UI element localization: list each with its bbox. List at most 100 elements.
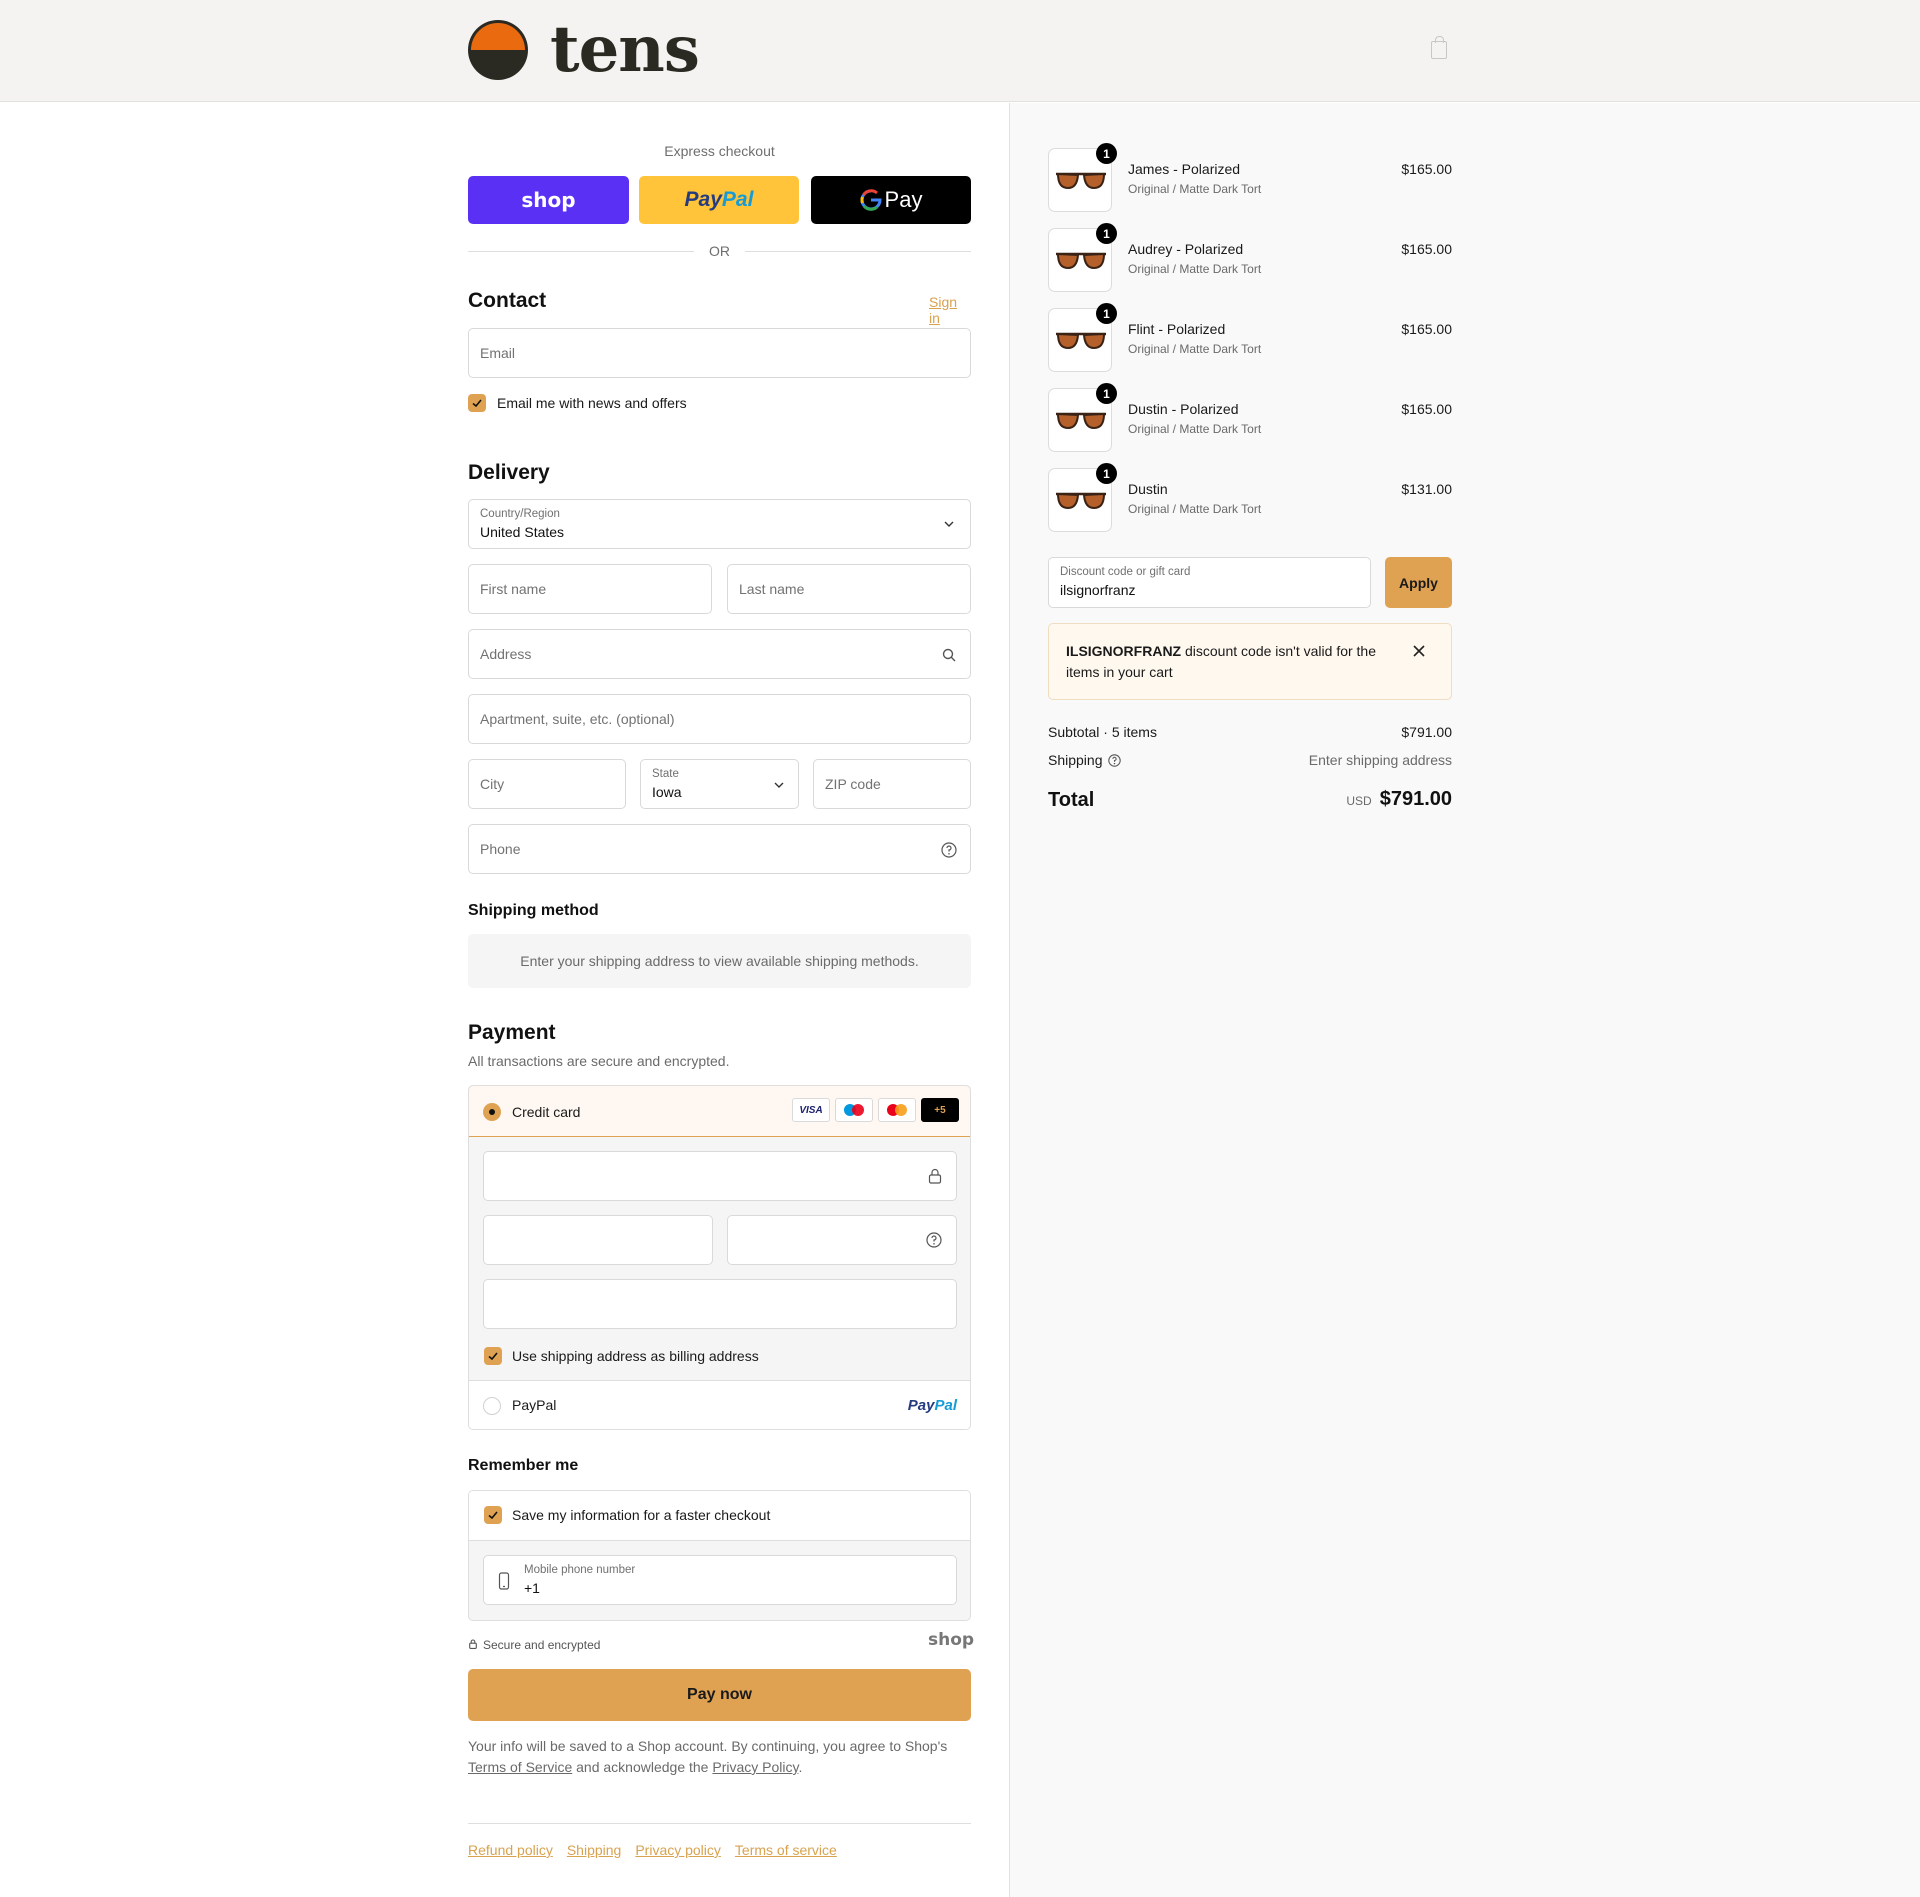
search-icon [942,648,956,662]
pay-now-label: Pay now [687,1686,752,1703]
express-checkout-title: Express checkout [664,143,775,159]
credit-card-label: Credit card [512,1104,581,1120]
or-divider-label: OR [709,243,730,259]
save-info-checkbox[interactable] [484,1506,502,1524]
save-info-row[interactable]: Save my information for a faster checkou… [469,1491,970,1541]
billing-same-label: Use shipping address as billing address [512,1348,759,1364]
card-number-field[interactable] [483,1151,957,1201]
address-field[interactable]: Address [468,629,971,679]
subtotal-value: $791.00 [1401,724,1452,740]
check-icon [488,1511,498,1520]
privacy-policy-link[interactable]: Privacy Policy [712,1759,798,1775]
payment-subtitle: All transactions are secure and encrypte… [468,1053,730,1069]
contact-heading: Contact [468,289,547,312]
legal-line1: Your info will be saved to a Shop accoun… [468,1738,948,1754]
google-pay-button[interactable]: Pay [811,176,971,224]
shopping-bag-icon[interactable] [1431,36,1447,59]
phone-field[interactable]: Phone [468,824,971,874]
help-circle-icon[interactable] [1108,754,1121,767]
mobile-phone-field[interactable]: Mobile phone number +1 [483,1555,957,1605]
zip-field[interactable]: ZIP code [813,759,971,809]
legal-notice: Your info will be saved to a Shop accoun… [468,1736,971,1778]
state-select[interactable]: State Iowa [640,759,799,809]
discount-code-field[interactable]: Discount code or gift card ilsignorfranz [1048,557,1371,608]
country-select[interactable]: Country/Region United States [468,499,971,549]
product-thumbnail: 1 [1048,383,1117,452]
sign-in-link[interactable]: Sign in [929,294,971,326]
product-variant: Original / Matte Dark Tort [1128,422,1262,436]
billing-same-checkbox[interactable] [484,1347,502,1365]
sunglasses-icon [1056,172,1106,190]
name-on-card-field[interactable] [483,1279,957,1329]
discount-error-code: ILSIGNORFRANZ [1066,643,1182,659]
sunglasses-icon [1056,332,1106,350]
paypal-option[interactable]: PayPal PayPal [469,1380,970,1429]
credit-card-option[interactable]: Credit card VISA +5 [469,1086,970,1137]
product-price: $131.00 [1401,481,1452,497]
shop-pay-button[interactable]: shop [468,176,629,224]
footer-links: Refund policy Shipping Privacy policy Te… [468,1842,837,1858]
country-label: Country/Region [480,508,560,520]
pay-now-button[interactable]: Pay now [468,1669,971,1721]
paypal-logo-part2: Pal [721,188,754,211]
state-value: Iowa [652,784,682,800]
product-price: $165.00 [1401,241,1452,257]
secure-encrypted-label: Secure and encrypted [483,1638,601,1652]
terms-of-service-link[interactable]: Terms of Service [468,1759,572,1775]
product-name: Dustin - Polarized [1128,401,1239,417]
total-label: Total [1048,789,1095,811]
paypal-button[interactable]: Pay Pal [639,176,799,224]
state-label: State [652,768,679,780]
cart-item: 1 James - Polarized Original / Matte Dar… [1048,143,1452,212]
last-name-field[interactable]: Last name [727,564,971,614]
check-icon [488,1352,498,1361]
sunglasses-icon [1056,252,1106,270]
logo-mark-icon [468,20,528,80]
product-price: $165.00 [1401,401,1452,417]
email-placeholder: Email [480,345,516,361]
address-placeholder: Address [480,646,532,662]
header: tens [0,0,1920,102]
close-icon[interactable] [1413,645,1425,657]
product-thumbnail: 1 [1048,143,1117,212]
first-name-field[interactable]: First name [468,564,712,614]
city-field[interactable]: City [468,759,626,809]
lock-icon [469,1639,477,1649]
help-circle-icon[interactable] [926,1232,942,1248]
total-value: $791.00 [1379,788,1452,810]
payment-heading: Payment [468,1021,556,1044]
product-name: Dustin [1128,481,1168,497]
shipping-method-heading: Shipping method [468,902,599,919]
security-code-field[interactable] [727,1215,957,1265]
shop-logo: shop [928,1630,975,1650]
help-circle-icon[interactable] [941,842,957,858]
product-thumbnail: 1 [1048,223,1117,292]
discount-code-value: ilsignorfranz [1060,582,1136,598]
refund-policy-link[interactable]: Refund policy [468,1842,553,1858]
shipping-policy-link[interactable]: Shipping [567,1842,622,1858]
quantity-badge: 1 [1096,223,1117,244]
apply-label: Apply [1399,574,1438,591]
brand-logo[interactable]: tens [468,18,700,82]
last-name-placeholder: Last name [739,581,805,597]
paypal-radio[interactable] [483,1397,501,1415]
city-placeholder: City [480,776,505,792]
product-name: Flint - Polarized [1128,321,1226,337]
google-g-icon [860,189,882,211]
apply-discount-button[interactable]: Apply [1385,557,1452,608]
apartment-field[interactable]: Apartment, suite, etc. (optional) [468,694,971,744]
divider [745,251,971,252]
discount-error-banner: ILSIGNORFRANZ discount code isn't valid … [1048,623,1452,700]
more-cards-badge: +5 [921,1098,959,1122]
cart-item: 1 Dustin Original / Matte Dark Tort $131… [1048,463,1452,532]
payment-methods: Credit card VISA +5 Use shipping address… [468,1085,971,1430]
terms-of-service-footer-link[interactable]: Terms of service [735,1842,837,1858]
google-pay-label: Pay [884,187,923,212]
email-field[interactable]: Email [468,328,971,378]
product-price: $165.00 [1401,321,1452,337]
expiration-date-field[interactable] [483,1215,713,1265]
order-summary-sidebar [1009,103,1920,1897]
credit-card-radio[interactable] [483,1103,501,1121]
newsletter-checkbox[interactable] [468,394,486,412]
privacy-policy-footer-link[interactable]: Privacy policy [635,1842,721,1858]
